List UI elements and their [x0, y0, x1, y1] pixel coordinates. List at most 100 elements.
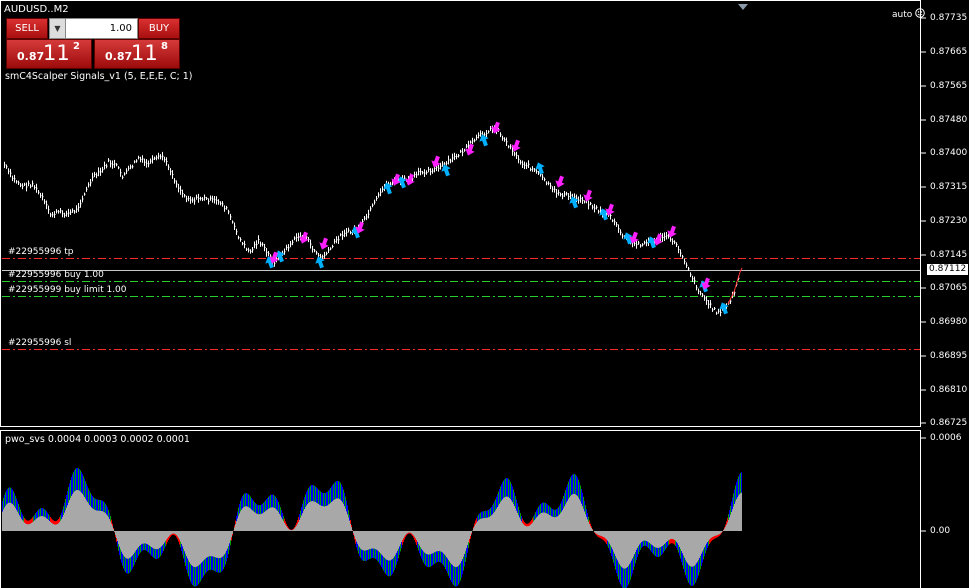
- histogram-gray-bar: [328, 504, 329, 531]
- histogram-gray-bar: [183, 531, 184, 549]
- price-axis-label: 0.87480: [930, 115, 968, 125]
- histogram-gray-bar: [735, 501, 736, 531]
- histogram-gray-bar: [500, 502, 501, 531]
- histogram-gray-bar: [646, 531, 647, 541]
- histogram-gray-bar: [696, 531, 697, 564]
- histogram-gray-bar: [123, 531, 124, 556]
- histogram-gray-bar: [502, 499, 503, 531]
- histogram-gray-bar: [204, 531, 205, 560]
- histogram-gray-bar: [332, 501, 333, 531]
- histogram-gray-bar: [411, 531, 412, 534]
- histogram-gray-bar: [142, 531, 143, 544]
- histogram-gray-bar: [529, 525, 530, 531]
- histogram-gray-bar: [75, 490, 76, 531]
- sell-button[interactable]: SELL: [6, 18, 48, 39]
- subwindow-indicator-label: pwo_svs 0.0004 0.0003 0.0002 0.0001: [5, 434, 190, 445]
- histogram-gray-bar: [589, 524, 590, 531]
- lot-dropdown-icon[interactable]: ▼: [50, 19, 66, 38]
- histogram-gray-bar: [306, 505, 307, 531]
- triangle-down-icon[interactable]: [738, 4, 748, 10]
- histogram-gray-bar: [712, 531, 713, 537]
- histogram-gray-bar: [238, 515, 239, 531]
- histogram-gray-bar: [551, 516, 552, 531]
- chart-canvas[interactable]: [0, 0, 969, 588]
- histogram-gray-bar: [195, 531, 196, 568]
- buy-button[interactable]: BUY: [138, 18, 180, 39]
- histogram-gray-bar: [729, 517, 730, 531]
- histogram-gray-bar: [229, 531, 230, 544]
- histogram-gray-bar: [384, 531, 385, 558]
- histogram-gray-bar: [730, 514, 731, 531]
- histogram-gray-bar: [181, 531, 182, 544]
- histogram-gray-bar: [660, 531, 661, 548]
- histogram-gray-bar: [434, 531, 435, 553]
- histogram-gray-bar: [86, 500, 87, 531]
- histogram-gray-bar: [675, 531, 676, 541]
- histogram-gray-bar: [94, 509, 95, 531]
- histogram-gray-bar: [273, 507, 274, 531]
- histogram-gray-bar: [501, 500, 502, 531]
- histogram-gray-bar: [42, 516, 43, 531]
- down-signal: [555, 175, 565, 188]
- histogram-gray-bar: [40, 516, 41, 531]
- histogram-gray-bar: [298, 522, 299, 531]
- histogram-gray-bar: [313, 501, 314, 531]
- histogram-gray-bar: [417, 531, 418, 542]
- histogram-gray-bar: [491, 515, 492, 531]
- histogram-gray-bar: [53, 524, 54, 531]
- histogram-gray-bar: [321, 505, 322, 531]
- histogram-gray-bar: [578, 497, 579, 531]
- buy-quote[interactable]: 0.87 11 8: [94, 39, 180, 69]
- histogram-gray-bar: [295, 527, 296, 531]
- histogram-gray-bar: [202, 531, 203, 562]
- histogram-gray-bar: [356, 531, 357, 542]
- histogram-gray-bar: [718, 531, 719, 535]
- histogram-gray-bar: [533, 521, 534, 531]
- histogram-gray-bar: [713, 531, 714, 537]
- histogram-gray-bar: [515, 508, 516, 531]
- histogram-gray-bar: [83, 495, 84, 531]
- auto-scroll-label[interactable]: auto: [892, 8, 925, 20]
- chart-window[interactable]: AUDUSD..M2 SELL ▼ BUY 0.87 11 2 0.87 11 …: [0, 0, 969, 588]
- symbol-title: AUDUSD..M2: [4, 4, 69, 15]
- sell-quote[interactable]: 0.87 11 2: [6, 39, 92, 69]
- histogram-gray-bar: [560, 513, 561, 531]
- histogram-gray-bar: [389, 531, 390, 561]
- histogram-gray-bar: [352, 530, 353, 531]
- histogram-gray-bar: [726, 524, 727, 531]
- histogram-gray-bar: [258, 514, 259, 531]
- price-axis-label: 0.86810: [930, 385, 968, 395]
- histogram-gray-bar: [39, 516, 40, 531]
- histogram-gray-bar: [640, 531, 641, 544]
- histogram-gray-bar: [265, 511, 266, 531]
- histogram-gray-bar: [291, 530, 292, 531]
- histogram-gray-bar: [189, 531, 190, 563]
- histogram-gray-bar: [24, 522, 25, 531]
- histogram-gray-bar: [658, 531, 659, 548]
- histogram-gray-bar: [335, 499, 336, 531]
- histogram-gray-bar: [285, 524, 286, 531]
- histogram-gray-bar: [624, 531, 625, 569]
- histogram-gray-bar: [615, 531, 616, 557]
- down-signal: [667, 225, 677, 238]
- histogram-gray-bar: [719, 531, 720, 535]
- histogram-gray-bar: [557, 516, 558, 531]
- histogram-gray-bar: [717, 531, 718, 536]
- histogram-gray-bar: [178, 531, 179, 538]
- histogram-gray-bar: [314, 501, 315, 531]
- histogram-gray-bar: [244, 506, 245, 531]
- lot-size-input[interactable]: [67, 20, 132, 37]
- histogram-gray-bar: [403, 531, 404, 539]
- histogram-gray-bar: [666, 531, 667, 542]
- histogram-gray-bar: [8, 502, 9, 531]
- histogram-gray-bar: [672, 531, 673, 539]
- histogram-gray-bar: [370, 531, 371, 549]
- histogram-gray-bar: [409, 531, 410, 533]
- histogram-gray-bar: [630, 531, 631, 563]
- histogram-gray-bar: [236, 521, 237, 531]
- histogram-gray-bar: [509, 497, 510, 531]
- histogram-gray-bar: [399, 531, 400, 547]
- histogram-gray-bar: [711, 531, 712, 538]
- histogram-gray-bar: [581, 503, 582, 531]
- histogram-gray-bar: [656, 531, 657, 548]
